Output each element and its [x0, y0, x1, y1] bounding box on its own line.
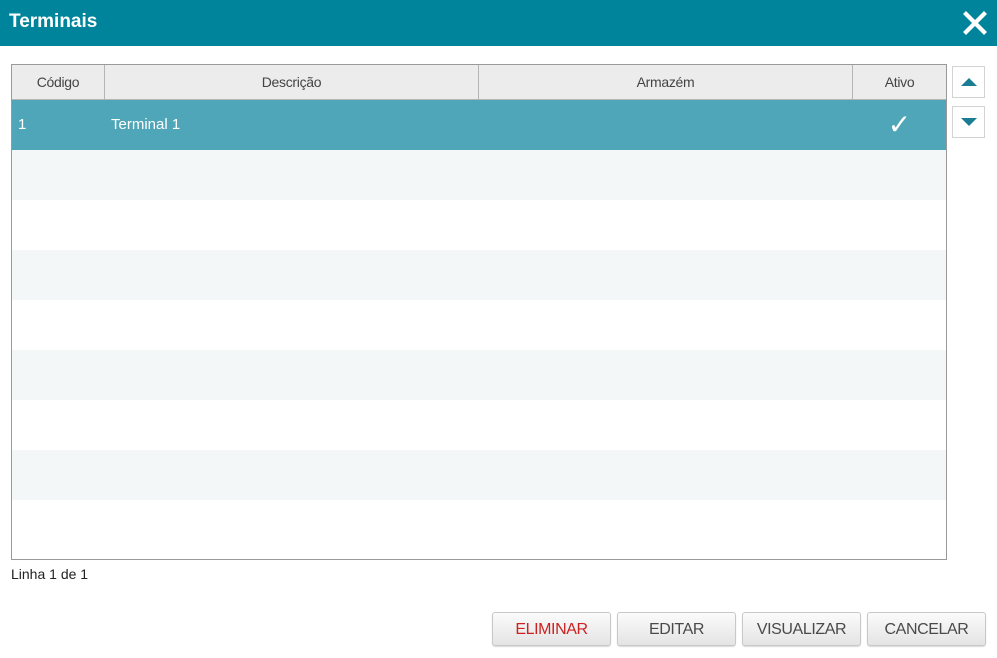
- scroll-down-button[interactable]: [952, 106, 985, 138]
- empty-table-row[interactable]: [12, 400, 946, 450]
- empty-cell: [479, 350, 853, 400]
- empty-cell: [12, 350, 105, 400]
- empty-table-row[interactable]: [12, 250, 946, 300]
- empty-cell: [12, 200, 105, 250]
- empty-table-row[interactable]: [12, 200, 946, 250]
- empty-cell: [479, 200, 853, 250]
- title-bar: Terminais: [0, 0, 997, 46]
- empty-cell: [853, 150, 946, 200]
- empty-cell: [853, 250, 946, 300]
- cell-armazem: [479, 100, 853, 150]
- empty-cell: [479, 400, 853, 450]
- empty-cell: [105, 500, 479, 550]
- dialog-title: Terminais: [9, 11, 98, 32]
- empty-cell: [479, 300, 853, 350]
- cancel-button[interactable]: CANCELAR: [867, 612, 986, 646]
- empty-table-row[interactable]: [12, 500, 946, 550]
- column-header-ativo[interactable]: Ativo: [853, 65, 946, 99]
- empty-cell: [105, 400, 479, 450]
- triangle-down-icon: [961, 118, 977, 126]
- empty-cell: [853, 200, 946, 250]
- empty-cell: [853, 450, 946, 500]
- empty-cell: [479, 150, 853, 200]
- scroll-up-button[interactable]: [952, 66, 985, 98]
- empty-cell: [105, 350, 479, 400]
- empty-cell: [12, 500, 105, 550]
- terminais-dialog: Terminais Código Descrição Armazém Ativo…: [0, 0, 997, 658]
- row-status: Linha 1 de 1: [11, 566, 89, 582]
- empty-cell: [105, 150, 479, 200]
- empty-table-row[interactable]: [12, 150, 946, 200]
- empty-cell: [12, 300, 105, 350]
- terminals-table: Código Descrição Armazém Ativo 1 Termina…: [11, 64, 947, 560]
- empty-cell: [105, 250, 479, 300]
- empty-cell: [12, 150, 105, 200]
- column-header-armazem[interactable]: Armazém: [479, 65, 853, 99]
- empty-table-row[interactable]: [12, 300, 946, 350]
- empty-cell: [105, 300, 479, 350]
- empty-cell: [853, 400, 946, 450]
- cell-descricao: Terminal 1: [111, 116, 181, 133]
- view-button[interactable]: VISUALIZAR: [742, 612, 861, 646]
- empty-cell: [853, 500, 946, 550]
- table-body: 1 Terminal 1 ✓: [12, 100, 946, 550]
- table-row[interactable]: 1 Terminal 1 ✓: [12, 100, 946, 150]
- edit-button[interactable]: EDITAR: [617, 612, 736, 646]
- close-button[interactable]: [963, 11, 987, 35]
- empty-cell: [853, 350, 946, 400]
- column-header-descricao[interactable]: Descrição: [105, 65, 479, 99]
- empty-cell: [12, 450, 105, 500]
- empty-cell: [479, 500, 853, 550]
- empty-cell: [853, 300, 946, 350]
- triangle-up-icon: [961, 78, 977, 86]
- empty-table-row[interactable]: [12, 350, 946, 400]
- close-icon: [963, 11, 987, 35]
- empty-cell: [12, 400, 105, 450]
- column-header-codigo[interactable]: Código: [12, 65, 105, 99]
- delete-button[interactable]: ELIMINAR: [492, 612, 611, 646]
- check-icon: ✓: [887, 108, 912, 141]
- empty-cell: [479, 450, 853, 500]
- empty-cell: [479, 250, 853, 300]
- empty-cell: [12, 250, 105, 300]
- empty-table-row[interactable]: [12, 450, 946, 500]
- empty-cell: [105, 450, 479, 500]
- table-header: Código Descrição Armazém Ativo: [12, 65, 946, 100]
- empty-cell: [105, 200, 479, 250]
- cell-codigo: 1: [18, 116, 27, 133]
